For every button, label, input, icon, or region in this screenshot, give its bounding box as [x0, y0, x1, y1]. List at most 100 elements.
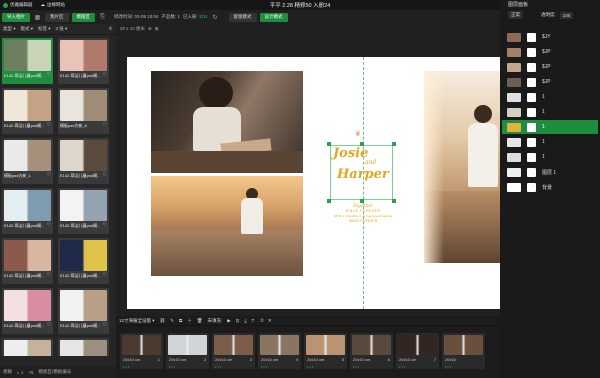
opacity-input[interactable]: 100 [559, 11, 574, 19]
download-icon[interactable]: ⤓ [244, 318, 246, 323]
image-icon[interactable]: ⊡ [236, 318, 240, 324]
template-card[interactable]: 模板psd方新_6 ♡ [58, 88, 109, 134]
zoom-icon[interactable]: ⊕ [148, 26, 152, 32]
online-label[interactable]: 边缘网站 [47, 2, 65, 8]
blend-mode-select[interactable]: 正常 [508, 11, 523, 19]
template-card[interactable]: E142-简洁儿童psd模... ♡ [2, 188, 53, 234]
layer-thumbnail [507, 77, 521, 87]
favorite-icon[interactable]: ♡ [103, 122, 107, 128]
favorite-icon[interactable]: ♡ [103, 222, 107, 228]
template-card[interactable]: E142-简洁儿童psd模... ♡ [2, 288, 53, 334]
delete-icon[interactable]: 🗑 [197, 318, 203, 324]
page-thumbnail[interactable]: 20x10 cm 4 ••• [258, 333, 301, 369]
template-card[interactable]: E142-简洁儿童psd模... ♡ [58, 138, 109, 184]
import-photos-button[interactable]: 导入相片 [2, 12, 30, 22]
link-icon[interactable]: ⛓ [160, 318, 166, 324]
template-thumbnail [4, 340, 51, 356]
layer-row[interactable]: 背景 [502, 180, 598, 194]
photo-girl-field[interactable] [151, 176, 303, 276]
page-thumbnail[interactable]: 20x10 cm 3 ••• [212, 333, 255, 369]
copy-icon[interactable]: ⧉ [179, 318, 182, 323]
close-icon[interactable]: ✕ [268, 318, 272, 324]
template-card[interactable]: E142-简洁儿童psd模... ♡ [2, 238, 53, 284]
template-card[interactable]: ♡ [2, 338, 53, 356]
favorite-icon[interactable]: ♡ [47, 172, 51, 178]
page-thumbnail[interactable]: 20x10 cm 2 ••• [166, 333, 209, 369]
page-status-dots: ••• [353, 364, 361, 369]
layer-row[interactable]: 1 [502, 150, 598, 164]
favorite-icon[interactable]: ♡ [47, 222, 51, 228]
tab-templates[interactable]: 模版区 [71, 12, 95, 22]
favorite-icon[interactable]: ♡ [47, 272, 51, 278]
page-thumbnail[interactable]: 20x10 cm 1 ••• [120, 333, 163, 369]
layer-thumbnail [507, 167, 521, 177]
layer-row[interactable]: $JP [502, 45, 598, 59]
filter-type[interactable]: 类型 ▾ [3, 26, 16, 32]
add-icon[interactable]: ＋ [187, 318, 192, 324]
canvas-area: 20 x 10 厘米 ⊕ ⊞ Josie and Harper ❦ Togeth… [116, 24, 500, 316]
app-name: 优雅编辑器 [10, 2, 33, 7]
shuffle-icon[interactable]: ⤨ [259, 318, 263, 323]
footer-page[interactable]: ◐ 1 [17, 370, 23, 375]
template-card[interactable]: E142-简洁儿童psd模... ♡ [2, 38, 53, 84]
template-card[interactable]: E142-简洁儿童psd模... ♡ [58, 288, 109, 334]
layer-row[interactable]: 1 [502, 105, 598, 119]
page-thumbnail[interactable]: 20x10 cm 7 ••• [396, 333, 439, 369]
fit-icon[interactable]: ⊞ [155, 26, 159, 32]
favorite-icon[interactable]: ♡ [47, 72, 51, 78]
layer-panel-title: 图层面板 [508, 2, 529, 8]
template-card[interactable]: E142-简洁儿童psd模... ♡ [2, 88, 53, 134]
version-mode-button[interactable]: 套版模式 [228, 12, 257, 22]
favorite-icon[interactable]: ♡ [103, 72, 107, 78]
layer-mask-thumbnail [527, 47, 536, 57]
photo-girl-standing[interactable] [424, 71, 500, 263]
app-logo-icon [3, 2, 8, 8]
photo-girl-reading[interactable] [151, 71, 303, 173]
text-icon[interactable]: T [251, 318, 254, 323]
text-art-selection[interactable]: Josie and Harper [327, 142, 396, 203]
tab-my-photos[interactable]: 我片区 [45, 12, 69, 22]
favorite-icon[interactable]: ♡ [47, 122, 51, 128]
filter-layout[interactable]: 版式 ▾ [21, 26, 34, 32]
layer-name: 1 [542, 94, 545, 100]
footer-template-id[interactable]: 模板区/模板编号 [39, 369, 72, 375]
page-thumbnail[interactable]: 20x10 ••• [442, 333, 485, 369]
album-page[interactable]: Josie and Harper ❦ Together SINCE FOREVE… [127, 57, 500, 309]
script-name-2: Harper [337, 167, 389, 182]
play-icon[interactable]: ▶ [227, 318, 230, 324]
footer-delete[interactable]: 想删 [3, 369, 12, 375]
favorite-icon[interactable]: ♡ [103, 322, 107, 328]
edit-icon[interactable]: ✎ [170, 318, 174, 324]
page-preview [306, 335, 345, 355]
layer-row[interactable]: $JY [502, 30, 598, 44]
layer-row[interactable]: $JP [502, 60, 598, 74]
favorite-icon[interactable]: ♡ [103, 172, 107, 178]
filter-icon[interactable]: ⚲ [109, 26, 112, 32]
filter-count[interactable]: 3 张 ▾ [56, 26, 68, 32]
strip-title[interactable]: 12寸海报全设版 ▾ [119, 318, 155, 324]
template-panel: 类型 ▾ 版式 ▾ 标签 ▾ 3 张 ▾ ⚲ E142-简洁儿童psd模... ♡… [0, 24, 116, 378]
template-card[interactable]: ♡ [58, 338, 109, 356]
layer-row[interactable]: 1 [502, 90, 598, 104]
template-card[interactable]: E142-简洁儿童psd模... ♡ [58, 238, 109, 284]
favorite-icon[interactable]: ♡ [103, 272, 107, 278]
layer-row[interactable]: 图层 1 [502, 165, 598, 179]
script-and: and [365, 159, 377, 166]
refresh-icon[interactable]: ↻ [211, 13, 220, 22]
filter-tag[interactable]: 标签 ▾ [38, 26, 51, 32]
template-card[interactable]: E142-简洁儿童psd模... ♡ [58, 38, 109, 84]
layer-row[interactable]: 1 [502, 135, 598, 149]
layer-name: 图层 1 [542, 169, 557, 176]
template-card[interactable]: E142-简洁儿童psd模... ♡ [58, 188, 109, 234]
design-mode-button[interactable]: 设计模式 [259, 12, 288, 22]
layer-row[interactable]: $JP [502, 75, 598, 89]
page-thumbnail[interactable]: 20x10 cm 6 ••• [350, 333, 393, 369]
page-thumbnail[interactable]: 20x10 cm 5 ••• [304, 333, 347, 369]
favorite-icon[interactable]: ♡ [47, 322, 51, 328]
layer-row[interactable]: 1 [502, 120, 598, 134]
page-status-dots: ••• [169, 364, 177, 369]
template-card[interactable]: 模板psd方新_1 ♡ [2, 138, 53, 184]
grid-icon[interactable]: ▦ [33, 13, 42, 22]
page-size-label: 20x10 cm [169, 357, 187, 362]
export-icon[interactable]: ⎘ [98, 13, 107, 22]
